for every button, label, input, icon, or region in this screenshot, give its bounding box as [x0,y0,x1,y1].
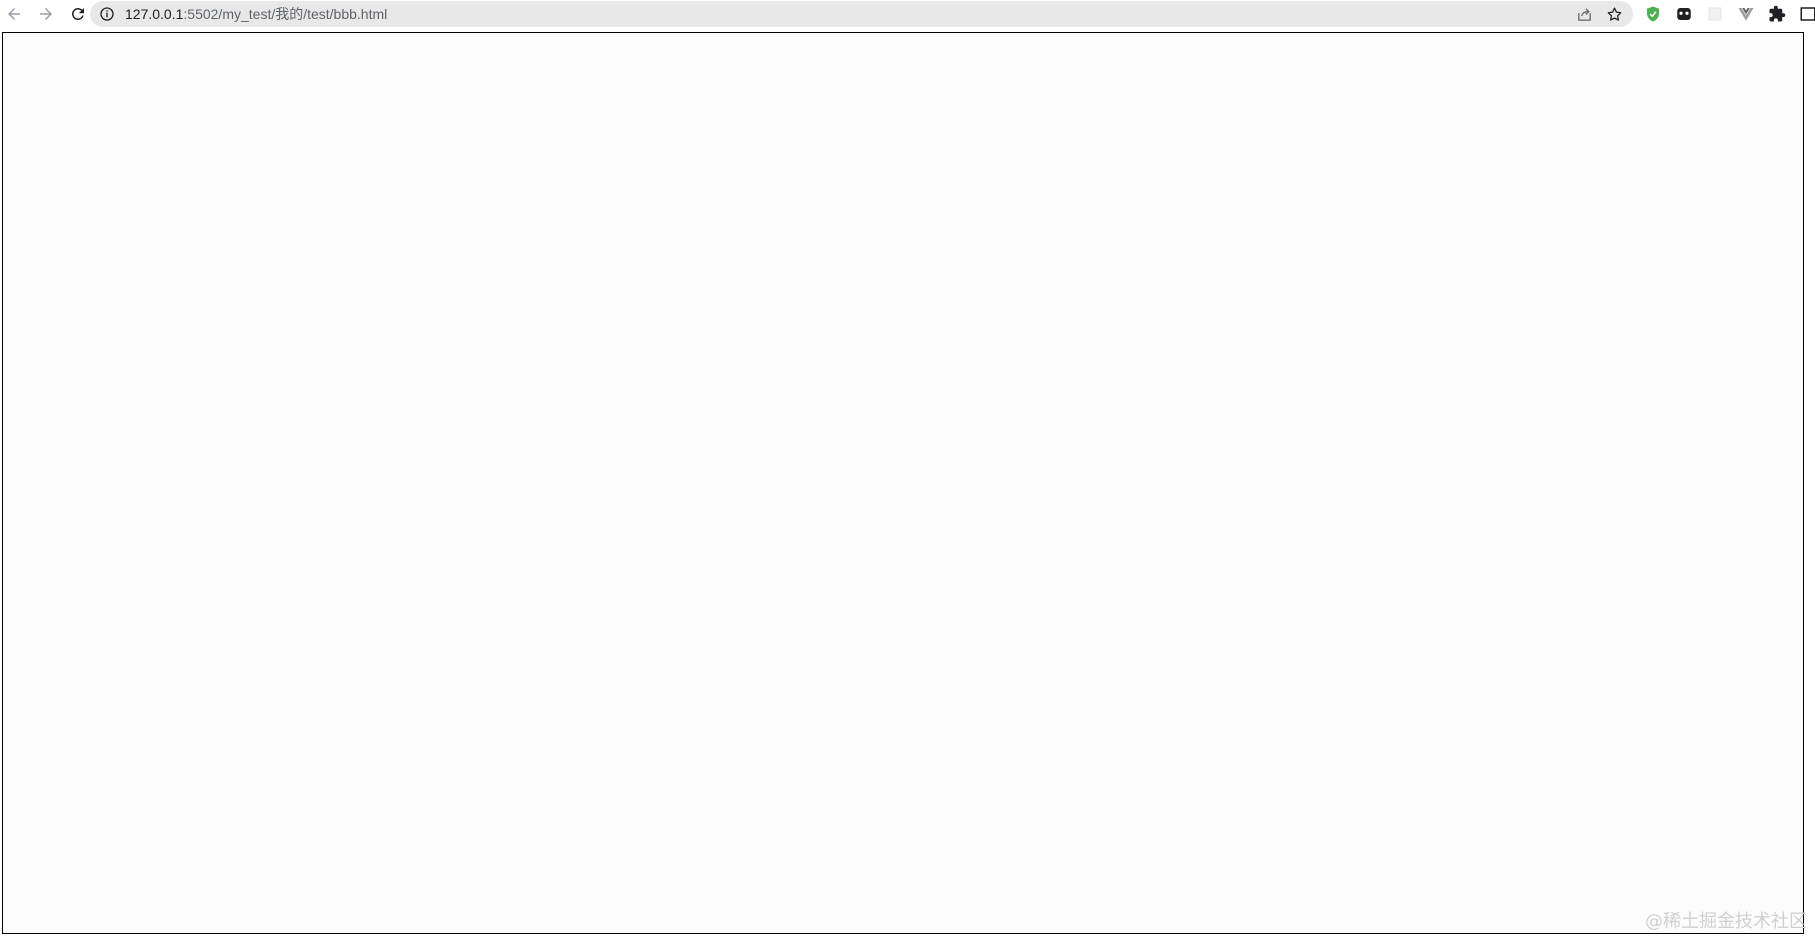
omnibox-actions [1575,1,1623,27]
extensions-menu-button[interactable] [1767,4,1787,24]
blank-extension-icon [1708,7,1722,21]
info-icon [100,7,114,21]
address-bar[interactable]: 127.0.0.1:5502/my_test/我的/test/bbb.html [90,1,1633,27]
url-host: 127.0.0.1 [125,6,184,22]
side-panel-button[interactable] [1798,4,1815,24]
vue-icon [1738,8,1754,21]
reload-icon [71,7,84,20]
page-viewport [2,32,1804,934]
shield-check-icon [1647,6,1659,22]
url-text[interactable]: 127.0.0.1:5502/my_test/我的/test/bbb.html [125,4,387,24]
bookmark-button[interactable] [1605,5,1623,23]
ghost-icon [1677,8,1691,20]
back-button[interactable] [0,1,28,27]
url-path: :5502/my_test/我的/test/bbb.html [183,6,388,22]
site-info-button[interactable] [99,6,115,22]
watermark: @稀土掘金技术社区 [1645,911,1807,932]
forward-button[interactable] [32,1,60,27]
extension-blank[interactable] [1705,4,1725,24]
browser-toolbar: 127.0.0.1:5502/my_test/我的/test/bbb.html [0,0,1815,28]
share-icon [1577,7,1591,21]
reload-button[interactable] [64,1,92,27]
side-panel-icon [1800,7,1815,21]
extensions-bar [1643,0,1815,28]
arrow-right-icon [40,8,52,20]
puzzle-icon [1769,5,1786,22]
extension-shield[interactable] [1643,4,1663,24]
share-button[interactable] [1575,5,1593,23]
extension-vue[interactable] [1736,4,1756,24]
arrow-left-icon [8,8,20,20]
star-icon [1607,6,1621,21]
extension-ghost[interactable] [1674,4,1694,24]
